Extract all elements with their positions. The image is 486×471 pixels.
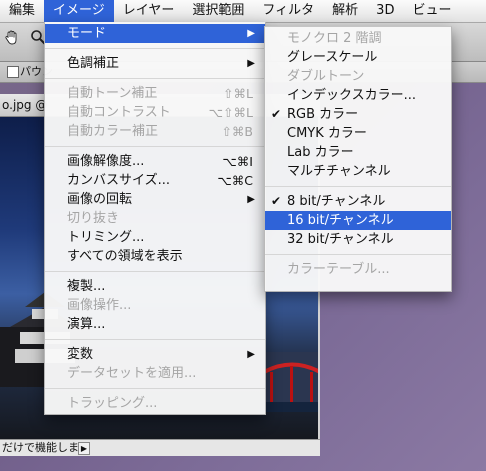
status-text: だけで機能します (2, 441, 90, 454)
menu-item-shortcut: ⌥⇧⌘L (208, 105, 253, 120)
menu-item-label: 自動トーン補正 (67, 86, 158, 101)
menu-item-shortcut: ⌥⌘I (222, 154, 253, 169)
menu-separator (45, 271, 265, 272)
image-menu-item-11: 切り抜き (45, 209, 265, 228)
status-bar: だけで機能します ▶ (0, 439, 320, 456)
menu-separator (45, 146, 265, 147)
mode-submenu-item-1[interactable]: グレースケール (265, 48, 451, 67)
image-menu-item-2[interactable]: 色調補正 ▶ (45, 54, 265, 73)
mode-submenu-item-9[interactable]: ✔ 8 bit/チャンネル (265, 192, 451, 211)
menu-item-label: 8 bit/チャンネル (287, 194, 386, 209)
menu-item-label: 変数 (67, 347, 94, 362)
mode-submenu: モノクロ 2 階調 グレースケール ダブルトーンインデックスカラー... ✔ RGB カ… (264, 26, 452, 292)
image-menu-item-13[interactable]: すべての領域を表示 (45, 247, 265, 266)
menu-item-label: データセットを適用... (67, 366, 197, 381)
image-menu: モード ▶ 色調補正 ▶ 自動トーン補正 ⇧⌘L 自動コントラスト ⌥⇧⌘L 自動カラー補正 ⇧⌘… (44, 22, 266, 415)
mode-submenu-item-13: カラーテーブル... (265, 260, 451, 279)
image-menu-item-15[interactable]: 複製... (45, 277, 265, 296)
image-menu-item-9[interactable]: カンバスサイズ... ⌥⌘C (45, 171, 265, 190)
submenu-arrow-icon: ▶ (247, 28, 255, 39)
image-menu-item-4: 自動トーン補正 ⇧⌘L (45, 84, 265, 103)
mode-submenu-item-10[interactable]: 16 bit/チャンネル (265, 211, 451, 230)
document-title: o.jpg @ (2, 98, 48, 112)
submenu-arrow-icon: ▶ (247, 58, 255, 69)
mode-submenu-item-5[interactable]: CMYK カラー (265, 124, 451, 143)
menu-item-label: ダブルトーン (287, 69, 365, 84)
menu-item-label: モノクロ 2 階調 (287, 31, 382, 46)
menu-item-label: カラーテーブル... (287, 262, 390, 277)
menu-item-label: 色調補正 (67, 56, 120, 71)
menu-item-label: 自動コントラスト (67, 105, 171, 120)
menu-select[interactable]: 選択範囲 (183, 0, 253, 22)
mode-submenu-item-7[interactable]: マルチチャンネル (265, 162, 451, 181)
menu-item-label: 画像解像度... (67, 154, 145, 169)
menu-item-shortcut: ⌥⌘C (217, 173, 253, 188)
menu-layer[interactable]: レイヤー (114, 0, 184, 22)
menu-item-label: カンバスサイズ... (67, 173, 171, 188)
menu-item-label: 画像の回転 (67, 192, 133, 207)
hand-tool-icon[interactable] (4, 29, 20, 45)
menu-item-label: すべての領域を表示 (67, 249, 183, 264)
menu-item-label: 自動カラー補正 (67, 124, 159, 139)
mode-submenu-item-6[interactable]: Lab カラー (265, 143, 451, 162)
menu-separator (45, 339, 265, 340)
menu-item-label: Lab カラー (287, 145, 354, 160)
menu-separator (45, 78, 265, 79)
image-menu-item-8[interactable]: 画像解像度... ⌥⌘I (45, 152, 265, 171)
image-menu-item-16: 画像操作... (45, 296, 265, 315)
menu-item-label: インデックスカラー... (287, 88, 417, 103)
menu-item-label: マルチチャンネル (287, 164, 391, 179)
menu-separator (265, 254, 451, 255)
menu-item-label: RGB カラー (287, 107, 359, 122)
image-menu-item-5: 自動コントラスト ⌥⇧⌘L (45, 103, 265, 122)
menu-item-label: 切り抜き (67, 211, 120, 226)
menu-item-label: 画像操作... (67, 298, 132, 313)
image-menu-item-17[interactable]: 演算... (45, 315, 265, 334)
image-menu-item-22: トラッピング... (45, 394, 265, 413)
menu-item-shortcut: ⇧⌘B (221, 124, 253, 139)
menu-separator (45, 388, 265, 389)
bridge-image (264, 352, 318, 412)
menu-item-label: グレースケール (287, 50, 378, 65)
image-menu-item-6: 自動カラー補正 ⇧⌘B (45, 122, 265, 141)
image-menu-item-19[interactable]: 変数 ▶ (45, 345, 265, 364)
image-menu-item-0[interactable]: モード ▶ (45, 24, 265, 43)
menu-bar: 編集 イメージ レイヤー 選択範囲 フィルタ 解析 3D ビュー (0, 0, 486, 23)
menu-item-label: 演算... (67, 317, 106, 332)
menu-3d[interactable]: 3D (367, 0, 403, 22)
mode-submenu-item-2: ダブルトーン (265, 67, 451, 86)
menu-filter[interactable]: フィルタ (253, 0, 323, 22)
menu-view[interactable]: ビュー (403, 0, 460, 22)
image-menu-item-10[interactable]: 画像の回転 ▶ (45, 190, 265, 209)
menu-separator (45, 48, 265, 49)
menu-item-label: CMYK カラー (287, 126, 367, 141)
mode-submenu-item-3[interactable]: インデックスカラー... (265, 86, 451, 105)
menu-image[interactable]: イメージ (44, 0, 114, 22)
menu-item-label: 複製... (67, 279, 106, 294)
checkmark-icon: ✔ (271, 107, 282, 121)
image-menu-item-12[interactable]: トリミング... (45, 228, 265, 247)
checkbox[interactable] (7, 66, 19, 78)
menu-item-shortcut: ⇧⌘L (223, 86, 253, 101)
submenu-arrow-icon: ▶ (247, 194, 255, 205)
menu-separator (265, 186, 451, 187)
submenu-arrow-icon: ▶ (247, 349, 255, 360)
mode-submenu-item-0: モノクロ 2 階調 (265, 29, 451, 48)
mode-submenu-item-4[interactable]: ✔ RGB カラー (265, 105, 451, 124)
menu-edit[interactable]: 編集 (0, 0, 44, 22)
menu-item-label: 16 bit/チャンネル (287, 213, 394, 228)
menu-item-label: トリミング... (67, 230, 145, 245)
menu-item-label: モード (67, 26, 107, 41)
checkmark-icon: ✔ (271, 194, 282, 208)
mode-submenu-item-11[interactable]: 32 bit/チャンネル (265, 230, 451, 249)
menu-item-label: 32 bit/チャンネル (287, 232, 394, 247)
image-menu-item-20: データセットを適用... (45, 364, 265, 383)
menu-item-label: トラッピング... (67, 396, 158, 411)
menu-analysis[interactable]: 解析 (323, 0, 367, 22)
status-menu-arrow-icon[interactable]: ▶ (78, 442, 90, 455)
